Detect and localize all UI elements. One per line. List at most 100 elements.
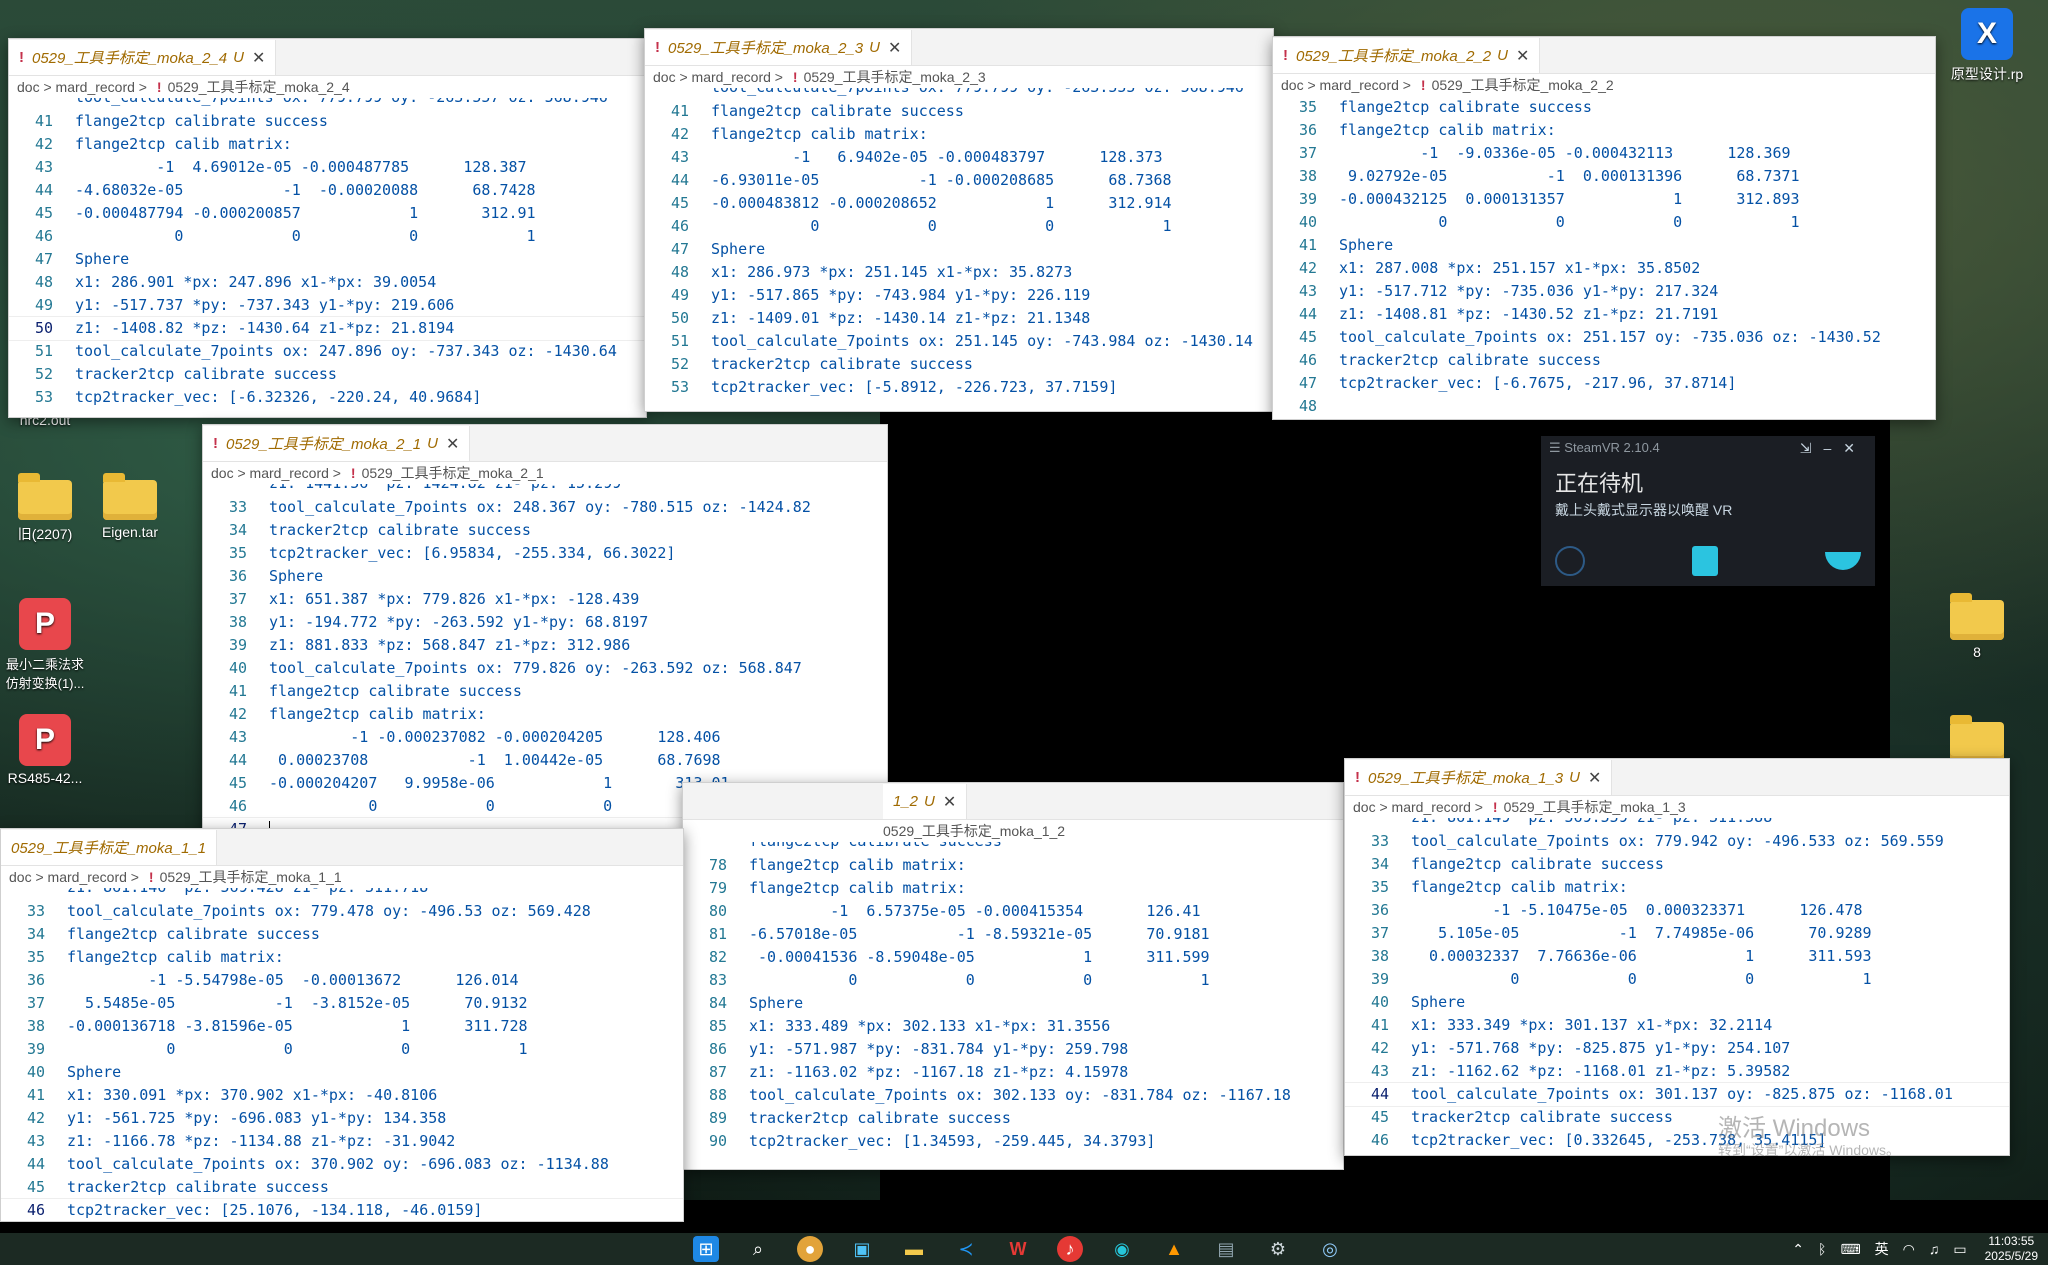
app-icon[interactable]: ▤ <box>1213 1236 1239 1262</box>
line-number: 43 <box>1370 1062 1389 1080</box>
tab-bar: ! 0529_工具手标定_moka_2_4 U ✕ <box>9 39 646 76</box>
code-line: 37 5.5485e-05 -1 -3.8152e-05 70.9132 <box>1 992 683 1015</box>
steam-store-icon[interactable] <box>1692 546 1718 576</box>
code-line: 45 tracker2tcp calibrate success <box>1 1176 683 1199</box>
clock[interactable]: 11:03:55 2025/5/29 <box>1985 1234 2038 1264</box>
line-number: 78 <box>708 856 727 874</box>
code-line: 47 Sphere <box>9 248 646 271</box>
close-icon[interactable]: ✕ <box>943 792 956 812</box>
line-number: 45 <box>670 194 689 212</box>
wifi-icon[interactable]: ◠ <box>1903 1241 1915 1258</box>
steamvr-status: 正在待机 <box>1555 471 1644 496</box>
close-icon[interactable]: ✕ <box>1516 46 1529 66</box>
pin-icon[interactable]: ⇲ <box>1800 440 1824 456</box>
tab-moka-2-1[interactable]: ! 0529_工具手标定_moka_2_1 U ✕ <box>203 426 471 461</box>
settings-icon[interactable]: ⚙ <box>1265 1236 1291 1262</box>
vlc-icon[interactable]: ▲ <box>1161 1236 1187 1262</box>
code-text: y1: -517.865 *py: -743.984 y1-*py: 226.1… <box>711 286 1091 304</box>
desktop-icon-rs485[interactable]: P RS485-42... <box>0 714 90 786</box>
desktop-icon-8[interactable]: 8 <box>1932 593 2022 660</box>
line-number: 41 <box>1298 236 1317 254</box>
code-text: tool_calculate_7points ox: 301.137 oy: -… <box>1411 1085 1953 1103</box>
desktop-icon-axure[interactable]: X 原型设计.rp <box>1932 8 2042 84</box>
editor-window-moka-2-4[interactable]: ! 0529_工具手标定_moka_2_4 U ✕ doc > mard_rec… <box>8 38 647 418</box>
code-editor[interactable]: flange2tcp calibrate success 78 flange2tc… <box>683 842 1343 1153</box>
line-number: 48 <box>1298 397 1317 415</box>
line-number: 49 <box>670 286 689 304</box>
code-text: z1: -1408.82 *pz: -1430.64 z1-*pz: 21.81… <box>75 319 455 337</box>
code-text: tcp2tracker_vec: [6.95834, -255.334, 66.… <box>269 544 676 562</box>
code-text: x1: 330.091 *px: 370.902 x1-*px: -40.810… <box>67 1086 438 1104</box>
desktop-icon-affine-pdf[interactable]: P 最小二乘法求仿射变换(1)... <box>0 598 90 692</box>
keyboard-icon[interactable]: ⌨ <box>1840 1241 1860 1258</box>
editor-window-moka-1-2[interactable]: 1_2 U ✕ 0529_工具手标定_moka_1_2 flange2tcp c… <box>682 782 1344 1170</box>
tab-moka-1-2[interactable]: 1_2 U ✕ <box>883 784 968 819</box>
vr-controller-icon[interactable] <box>1825 552 1861 570</box>
code-text: x1: 286.973 *px: 251.145 x1-*px: 35.8273 <box>711 263 1073 281</box>
editor-window-moka-2-2[interactable]: ! 0529_工具手标定_moka_2_2 U ✕ doc > mard_rec… <box>1272 36 1936 420</box>
code-text: y1: -571.768 *py: -825.875 y1-*py: 254.1… <box>1411 1039 1791 1057</box>
code-line: 82 -0.00041536 -8.59048e-05 1 311.599 <box>683 946 1343 969</box>
volume-icon[interactable]: ♫ <box>1929 1241 1940 1257</box>
code-line: 38 y1: -194.772 *py: -263.592 y1-*py: 68.… <box>203 611 887 634</box>
vscode-icon[interactable]: ≺ <box>953 1236 979 1262</box>
line-number: 39 <box>228 636 247 654</box>
search-icon[interactable]: ⌕ <box>745 1236 771 1262</box>
code-editor[interactable]: tool_calculate_7points ox: 779.799 oy: -… <box>9 98 646 409</box>
bluetooth-icon[interactable]: ᛒ <box>1818 1241 1826 1257</box>
chrome-icon[interactable]: ● <box>797 1236 823 1262</box>
chevron-up-icon[interactable]: ⌃ <box>1792 1241 1804 1258</box>
tab-moka-2-4[interactable]: ! 0529_工具手标定_moka_2_4 U ✕ <box>9 40 277 75</box>
close-icon[interactable]: ✕ <box>252 48 265 68</box>
line-number: 51 <box>670 332 689 350</box>
tab-moka-1-3[interactable]: ! 0529_工具手标定_moka_1_3 U ✕ <box>1345 760 1613 795</box>
line-number: 48 <box>670 263 689 281</box>
desktop-icon-folder-2207[interactable]: 旧(2207) <box>0 473 90 544</box>
steamvr-window[interactable]: ☰ SteamVR 2.10.4 ⇲–✕ 正在待机 戴上头戴式显示器以唤醒 VR <box>1541 436 1875 586</box>
close-icon[interactable]: ✕ <box>888 38 901 58</box>
editor-window-moka-1-3[interactable]: ! 0529_工具手标定_moka_1_3 U ✕ doc > mard_rec… <box>1344 758 2010 1156</box>
line-number: 41 <box>228 682 247 700</box>
netease-music-icon[interactable]: ♪ <box>1057 1236 1083 1262</box>
headset-icon[interactable] <box>1555 546 1585 576</box>
code-text: flange2tcp calibrate success <box>749 842 1002 850</box>
tab-moka-2-2[interactable]: ! 0529_工具手标定_moka_2_2 U ✕ <box>1273 38 1541 73</box>
code-line: 36 Sphere <box>203 565 887 588</box>
code-editor[interactable]: z1: 861.149 *pz: 569.559 z1-*pz: 311.588… <box>1345 818 2009 1152</box>
code-editor[interactable]: 35 flange2tcp calibrate success 36 flange2… <box>1273 96 1935 418</box>
code-text: 0 0 0 1 <box>67 1040 528 1058</box>
wps-icon[interactable]: W <box>1005 1236 1031 1262</box>
code-text: tcp2tracker_vec: [-5.8912, -226.723, 37.… <box>711 378 1118 396</box>
tab-moka-1-1[interactable]: 0529_工具手标定_moka_1_1 <box>1 830 218 865</box>
edge-icon[interactable]: ◉ <box>1109 1236 1135 1262</box>
close-icon[interactable]: ✕ <box>446 434 459 454</box>
code-line: 35 tcp2tracker_vec: [6.95834, -255.334, 6… <box>203 542 887 565</box>
code-editor[interactable]: z1: 861.146 *pz: 569.428 z1-*pz: 311.718… <box>1 888 683 1221</box>
system-tray: ⌃ ᛒ ⌨ 英 ◠ ♫ ▭ 11:03:55 2025/5/29 <box>1778 1233 2038 1265</box>
code-editor[interactable]: tool_calculate_7points ox: 779.799 oy: -… <box>645 88 1273 399</box>
code-text: flange2tcp calib matrix: <box>269 705 486 723</box>
code-text: z1: -1162.62 *pz: -1168.01 z1-*pz: 5.395… <box>1411 1062 1791 1080</box>
desktop-icon-eigen[interactable]: Eigen.tar <box>85 473 175 540</box>
editor-window-moka-1-1[interactable]: 0529_工具手标定_moka_1_1 doc > mard_record > … <box>0 828 684 1222</box>
line-number: 87 <box>708 1063 727 1081</box>
file-explorer-icon[interactable]: ▬ <box>901 1236 927 1262</box>
vr-icon[interactable]: ◎ <box>1317 1236 1343 1262</box>
line-number: 80 <box>708 902 727 920</box>
line-number: 34 <box>228 521 247 539</box>
line-number: 45 <box>228 774 247 792</box>
taskview-icon[interactable]: ▣ <box>849 1236 875 1262</box>
start-icon[interactable]: ⊞ <box>693 1236 719 1262</box>
ime-indicator[interactable]: 英 <box>1875 1239 1889 1259</box>
minimize-icon[interactable]: – <box>1823 440 1843 456</box>
close-icon[interactable]: ✕ <box>1843 440 1867 456</box>
close-icon[interactable]: ✕ <box>1588 768 1601 788</box>
battery-icon[interactable]: ▭ <box>1953 1241 1966 1258</box>
editor-window-moka-2-3[interactable]: ! 0529_工具手标定_moka_2_3 U ✕ doc > mard_rec… <box>644 28 1274 412</box>
code-line: 46 0 0 0 1 <box>645 215 1273 238</box>
code-line-current: 44 tool_calculate_7points ox: 301.137 oy:… <box>1345 1082 2009 1107</box>
tab-moka-2-3[interactable]: ! 0529_工具手标定_moka_2_3 U ✕ <box>645 30 913 65</box>
code-line: 43 -1 4.69012e-05 -0.000487785 128.387 <box>9 156 646 179</box>
line-number: 89 <box>708 1109 727 1127</box>
line-number: 43 <box>1298 282 1317 300</box>
